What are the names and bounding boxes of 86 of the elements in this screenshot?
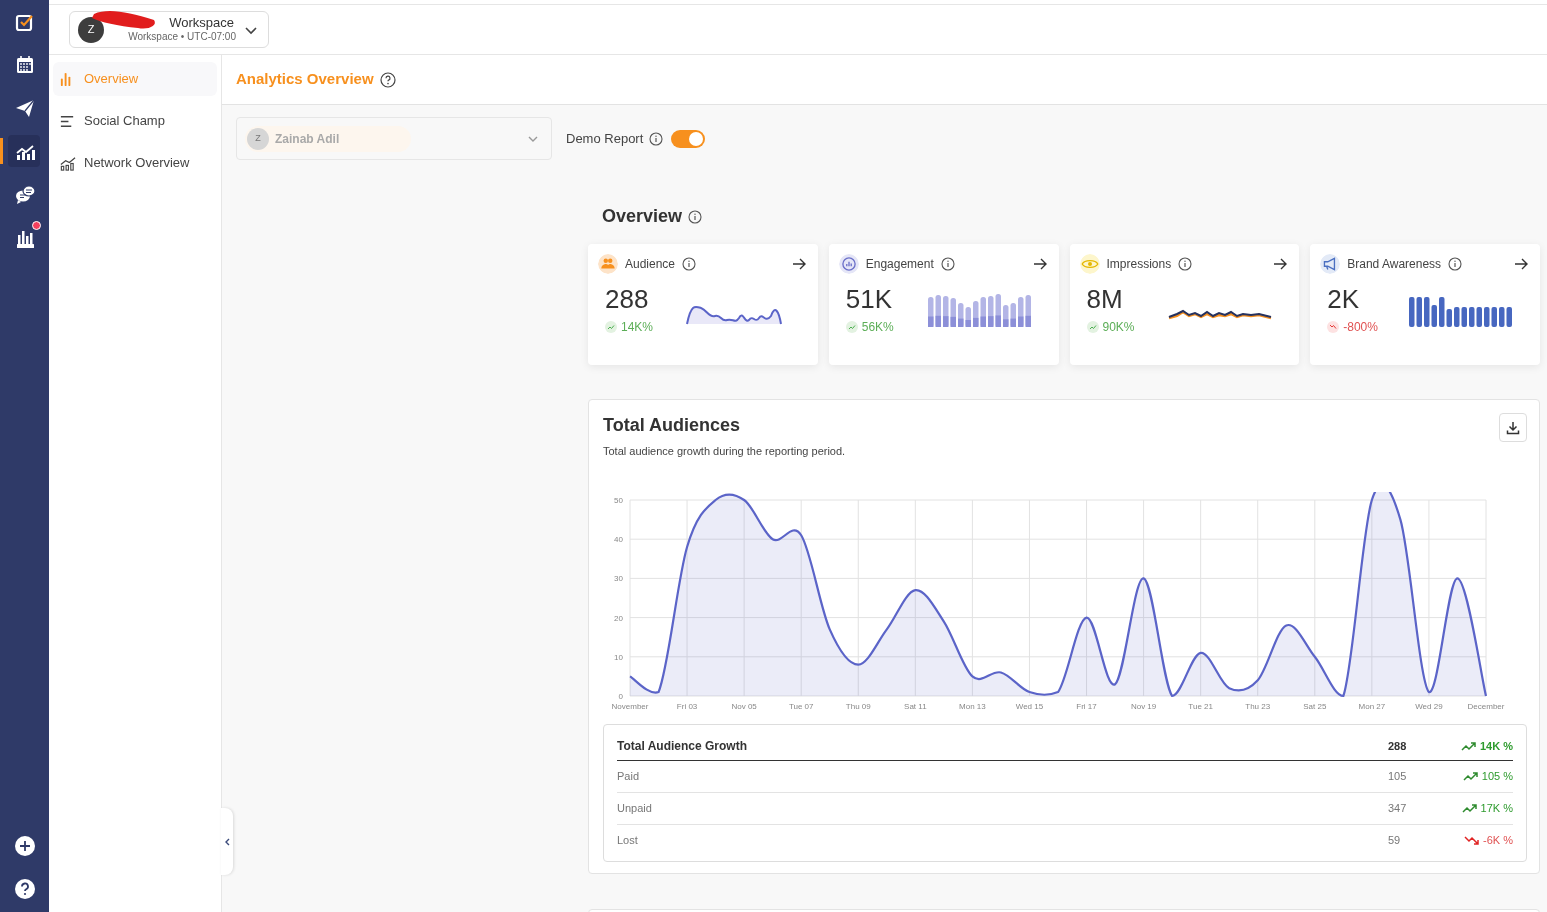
metric-value: 2K (1327, 286, 1361, 312)
metric-value: 288 (605, 286, 650, 312)
card-label: Impressions (1106, 256, 1172, 273)
engagement-icon (838, 254, 859, 274)
row-value: 288 (1388, 738, 1408, 754)
x-axis-label: Wed 15 (1015, 701, 1044, 711)
y-axis-label: 50 (614, 495, 623, 505)
arrow-right-icon[interactable] (1273, 257, 1288, 271)
x-axis-label: Sat 11 (904, 701, 927, 711)
info-icon[interactable] (940, 257, 955, 271)
row-change: 14K % (1479, 738, 1513, 754)
metric-change: 14K% (621, 319, 654, 336)
account-name: Zainab Adil (275, 130, 340, 148)
row-label: Unpaid (617, 800, 653, 816)
download-button[interactable] (1499, 413, 1527, 442)
x-axis-label: Tue 07 (788, 701, 814, 711)
row-change: -6K % (1483, 833, 1513, 849)
x-axis-label: Nov 05 (731, 701, 757, 711)
info-icon[interactable] (688, 209, 703, 224)
page-title: Analytics Overview (236, 69, 374, 90)
panel-title: Total Audiences (603, 414, 741, 437)
row-value: 105 (1388, 768, 1408, 784)
arrow-right-icon[interactable] (1032, 257, 1047, 271)
x-axis-label: Mon 27 (1358, 701, 1386, 711)
arrow-right-icon[interactable] (791, 257, 806, 271)
row-value: 59 (1388, 833, 1402, 849)
workspace-subtitle: Workspace • UTC-07:00 (128, 31, 236, 44)
download-icon (1506, 420, 1520, 435)
metric-change: -800% (1343, 319, 1378, 336)
info-icon[interactable] (682, 257, 697, 271)
metric-card[interactable]: Brand Awareness 2K -800% (1310, 244, 1540, 365)
sidebar-item[interactable]: Network Overview (53, 146, 217, 180)
row-label: Total Audience Growth (617, 738, 748, 755)
metric-change: 56K% (861, 319, 894, 336)
metric-card[interactable]: Impressions 8M 90K% (1069, 244, 1300, 365)
workspace-selector[interactable]: Z Workspace Workspace • UTC-07:00 (69, 11, 269, 48)
row-label: Paid (617, 768, 641, 784)
info-icon[interactable] (649, 131, 664, 146)
row-change: 105 % (1481, 768, 1513, 784)
y-axis-label: 30 (614, 573, 623, 583)
card-label: Brand Awareness (1347, 256, 1442, 273)
y-axis-label: 0 (618, 691, 623, 701)
add-icon[interactable] (13, 835, 36, 857)
y-axis-label: 40 (614, 534, 623, 544)
x-axis-label: Wed 29 (1415, 701, 1443, 711)
panel-subtitle: Total audience growth during the reporting period. (603, 444, 847, 459)
x-axis-label: Sat 25 (1303, 701, 1327, 711)
workspace-name: Workspace (169, 15, 235, 32)
info-icon[interactable] (1448, 257, 1463, 271)
sidebar-item[interactable]: Social Champ (53, 104, 217, 138)
metric-value: 51K (845, 286, 893, 312)
megaphone-icon (1320, 254, 1341, 274)
demo-report-label: Demo Report (566, 129, 644, 148)
metric-card[interactable]: Engagement 51K 56K% (828, 244, 1059, 365)
metric-value: 8M (1086, 286, 1124, 312)
section-title: Overview (602, 205, 683, 228)
x-axis-label: Tue 21 (1188, 701, 1213, 711)
x-axis-label: November (611, 701, 649, 711)
x-axis-label: December (1467, 701, 1505, 711)
demo-report-toggle[interactable] (671, 129, 706, 148)
metric-change: 90K% (1102, 319, 1135, 336)
chevron-left-icon (224, 837, 230, 846)
account-avatar: Z (247, 127, 269, 150)
x-axis-label: Mon 13 (959, 701, 986, 711)
x-axis-label: Thu 23 (1245, 701, 1271, 711)
arrow-right-icon[interactable] (1514, 257, 1528, 271)
y-axis-label: 20 (614, 613, 623, 623)
help-icon[interactable] (379, 71, 396, 88)
x-axis-label: Fri 03 (676, 701, 698, 711)
row-value: 347 (1388, 800, 1408, 816)
x-axis-label: Fri 17 (1076, 701, 1097, 711)
help-icon[interactable] (13, 878, 36, 900)
chart-icon (59, 154, 76, 172)
info-icon[interactable] (1178, 257, 1193, 271)
row-change: 17K % (1480, 800, 1513, 816)
y-axis-label: 10 (614, 652, 623, 662)
eye-icon (1079, 254, 1100, 274)
card-label: Audience (625, 256, 676, 273)
chat-icon (13, 183, 36, 205)
x-axis-label: Nov 19 (1130, 701, 1157, 711)
metric-card[interactable]: Audience 288 14K% (588, 244, 818, 365)
collapse-handle[interactable] (221, 808, 233, 875)
x-axis-label: Thu 09 (845, 701, 871, 711)
audience-icon (598, 254, 618, 274)
card-label: Engagement (865, 256, 934, 273)
row-label: Lost (617, 833, 639, 849)
